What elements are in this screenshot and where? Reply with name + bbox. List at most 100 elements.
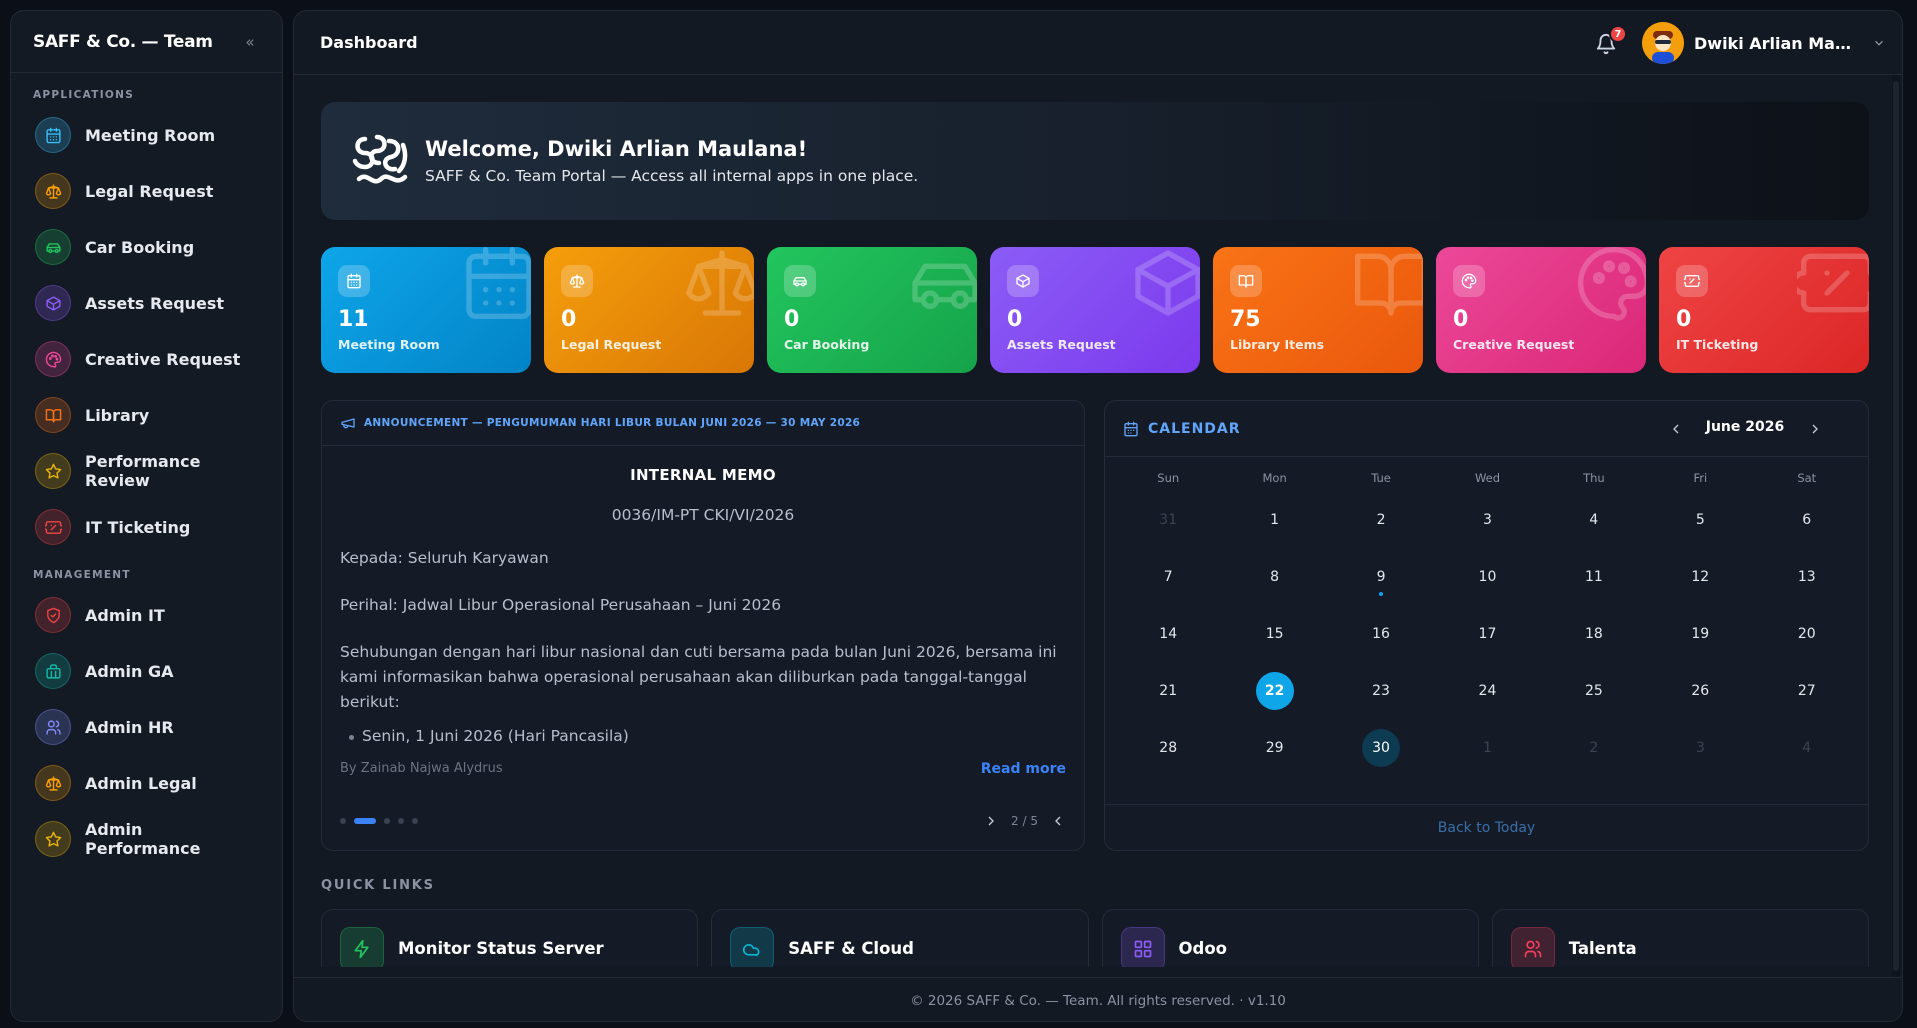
sidebar-item-admin-hr[interactable]: Admin HR: [11, 699, 282, 755]
weekday-label: Mon: [1262, 471, 1287, 485]
sidebar-item-assets-request[interactable]: Assets Request: [11, 275, 282, 331]
scrollbar[interactable]: [1892, 75, 1900, 977]
quick-link-odoo[interactable]: Odoo: [1101, 909, 1479, 967]
stat-card-legal-request[interactable]: 0 Legal Request: [544, 247, 754, 373]
calendar-cell[interactable]: 14: [1115, 605, 1221, 662]
calendar-cell[interactable]: 17: [1434, 605, 1540, 662]
sidebar-item-car-booking[interactable]: Car Booking: [11, 219, 282, 275]
calendar-cell[interactable]: 29: [1221, 719, 1327, 776]
calendar-cell[interactable]: 21: [1115, 662, 1221, 719]
calendar-cell[interactable]: 15: [1221, 605, 1327, 662]
calendar-day: 2: [1589, 739, 1599, 756]
calendar-cell[interactable]: 13: [1754, 548, 1860, 605]
sidebar-item-legal-request[interactable]: Legal Request: [11, 163, 282, 219]
pager-dot[interactable]: [340, 818, 346, 824]
sidebar-item-admin-legal[interactable]: Admin Legal: [11, 755, 282, 811]
sidebar-item-meeting-room[interactable]: Meeting Room: [11, 107, 282, 163]
pager-dot[interactable]: [384, 818, 390, 824]
weekday-label: Thu: [1583, 471, 1605, 485]
read-more-link[interactable]: Read more: [981, 761, 1066, 777]
stat-card-assets-request[interactable]: 0 Assets Request: [990, 247, 1200, 373]
calendar-cell[interactable]: 25: [1541, 662, 1647, 719]
calendar-cell[interactable]: 22: [1221, 662, 1327, 719]
calendar-cell[interactable]: 8: [1221, 548, 1327, 605]
calendar-cell[interactable]: 16: [1328, 605, 1434, 662]
calendar-day: 27: [1797, 682, 1816, 699]
calendar-cell[interactable]: 28: [1115, 719, 1221, 776]
sidebar-item-label: Creative Request: [85, 349, 241, 369]
stat-card-car-booking[interactable]: 0 Car Booking: [767, 247, 977, 373]
welcome-subtitle: SAFF & Co. Team Portal — Access all inte…: [425, 167, 919, 185]
calendar-day: 4: [1802, 739, 1812, 756]
calendar-cell[interactable]: 1: [1221, 491, 1327, 548]
sidebar-item-performance-review[interactable]: Performance Review: [11, 443, 282, 499]
pager-dot[interactable]: [398, 818, 404, 824]
calendar-cell[interactable]: 3: [1647, 719, 1753, 776]
sidebar-item-admin-performance[interactable]: Admin Performance: [11, 811, 282, 867]
calendar-cell[interactable]: 26: [1647, 662, 1753, 719]
user-name: Dwiki Arlian Maula...: [1694, 33, 1860, 53]
calendar-cell[interactable]: 24: [1434, 662, 1540, 719]
bell-icon[interactable]: 7: [1595, 25, 1627, 55]
quick-link-saff-cloud[interactable]: SAFF & Cloud: [711, 909, 1089, 967]
calendar-cell[interactable]: 4: [1541, 491, 1647, 548]
calendar-cell[interactable]: 19: [1647, 605, 1753, 662]
announcement-header: ANNOUNCEMENT — PENGUMUMAN HARI LIBUR BUL…: [322, 401, 1084, 446]
calendar-day: 23: [1372, 682, 1390, 699]
chevron-right-icon[interactable]: [1807, 421, 1823, 437]
calendar-cell[interactable]: 30: [1328, 719, 1434, 776]
calendar-cell[interactable]: 12: [1647, 548, 1753, 605]
pager-dot[interactable]: [412, 818, 418, 824]
calendar-week: 31 1 2 3 4 5 6: [1115, 491, 1860, 548]
calendar-cell[interactable]: 3: [1434, 491, 1540, 548]
sidebar-item-admin-ga[interactable]: Admin GA: [11, 643, 282, 699]
calendar-cell[interactable]: 9: [1328, 548, 1434, 605]
calendar-week: 14 15 16 17 18 19 20: [1115, 605, 1860, 662]
quick-link-talenta[interactable]: Talenta: [1491, 909, 1869, 967]
star-icon: [35, 453, 71, 489]
calendar-cell[interactable]: 6: [1754, 491, 1860, 548]
user-menu[interactable]: Dwiki Arlian Maula...: [1642, 22, 1886, 64]
stat-card-meeting-room[interactable]: 11 Meeting Room: [321, 247, 531, 373]
chevron-right-icon[interactable]: [983, 813, 999, 829]
calendar-cell[interactable]: 11: [1541, 548, 1647, 605]
calendar-cell[interactable]: 20: [1754, 605, 1860, 662]
quick-links-title: QUICK LINKS: [321, 878, 435, 893]
calendar-cell[interactable]: 31: [1115, 491, 1221, 548]
calendar-cell[interactable]: 10: [1434, 548, 1540, 605]
quick-link-monitor-status-server[interactable]: Monitor Status Server: [321, 909, 699, 967]
sidebar-item-label: Admin Legal: [85, 773, 197, 793]
calendar-cell[interactable]: 1: [1434, 719, 1540, 776]
sidebar-item-it-ticketing[interactable]: IT Ticketing: [11, 499, 282, 555]
scale-icon: [35, 173, 71, 209]
calendar-cell[interactable]: 2: [1541, 719, 1647, 776]
sidebar-item-creative-request[interactable]: Creative Request: [11, 331, 282, 387]
quick-link-label: Monitor Status Server: [398, 939, 604, 958]
calendar-day: 13: [1797, 568, 1816, 585]
scrollbar-thumb[interactable]: [1893, 81, 1899, 971]
back-to-today-button[interactable]: Back to Today: [1438, 820, 1535, 836]
calendar-cell[interactable]: 27: [1754, 662, 1860, 719]
calendar-cell[interactable]: 7: [1115, 548, 1221, 605]
box-icon: [35, 285, 71, 321]
megaphone-icon: [340, 415, 356, 431]
calendar-cell[interactable]: 2: [1328, 491, 1434, 548]
chevron-left-icon[interactable]: [1668, 421, 1684, 437]
sidebar-item-library[interactable]: Library: [11, 387, 282, 443]
sidebar-item-admin-it[interactable]: Admin IT: [11, 587, 282, 643]
calendar-cell[interactable]: 18: [1541, 605, 1647, 662]
calendar-cell[interactable]: 5: [1647, 491, 1753, 548]
calendar-day: 31: [1159, 511, 1178, 528]
stat-label: Legal Request: [561, 337, 662, 352]
calendar-cell[interactable]: 23: [1328, 662, 1434, 719]
calendar-day: 28: [1159, 739, 1178, 756]
stat-card-library-items[interactable]: 75 Library Items: [1213, 247, 1423, 373]
quick-link-label: Talenta: [1568, 939, 1637, 958]
calendar-cell[interactable]: 4: [1754, 719, 1860, 776]
stat-card-creative-request[interactable]: 0 Creative Request: [1436, 247, 1646, 373]
sidebar-item-label: Admin Performance: [85, 820, 201, 858]
pager-dot-active[interactable]: [354, 818, 376, 824]
chevrons-left-icon[interactable]: «: [240, 32, 260, 52]
stat-card-it-ticketing[interactable]: 0 IT Ticketing: [1659, 247, 1869, 373]
chevron-left-icon[interactable]: [1050, 813, 1066, 829]
